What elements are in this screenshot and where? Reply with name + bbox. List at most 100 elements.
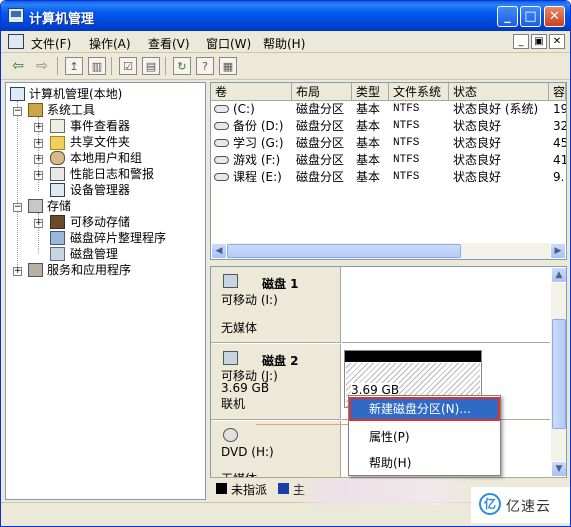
tree-item-label: 存储: [47, 199, 72, 213]
cell-status: 状态良好: [453, 136, 502, 150]
menu-item-new-partition[interactable]: 新建磁盘分区(N)...: [349, 398, 500, 420]
expand-perf-logs[interactable]: +: [34, 171, 43, 180]
cell-capacity: 41: [553, 153, 566, 167]
expand-shared-folders[interactable]: +: [34, 139, 43, 148]
vertical-scroll-thumb[interactable]: [552, 319, 566, 429]
export-list-icon[interactable]: ▤: [142, 57, 160, 75]
event-viewer-icon: [50, 119, 65, 133]
cell-capacity: 9.: [553, 170, 565, 184]
column-header-status[interactable]: 状态: [449, 83, 549, 101]
mdi-minimize-button[interactable]: _: [513, 34, 529, 49]
help-topics-icon[interactable]: ▦: [219, 57, 237, 75]
expand-local-users[interactable]: +: [34, 155, 43, 164]
partition-bar: [345, 351, 481, 362]
removable-disk-icon: [223, 274, 238, 288]
table-row[interactable]: 课程 (E:) 磁盘分区 基本 NTFS 状态良好 9.: [211, 169, 566, 186]
system-menu-icon[interactable]: [8, 34, 24, 49]
toolbar-separator: [111, 57, 112, 75]
cell-type: 基本: [356, 119, 381, 133]
column-header-volume[interactable]: 卷: [211, 83, 292, 101]
performance-icon: [50, 167, 65, 181]
expand-services[interactable]: +: [13, 267, 22, 276]
tree-root-label: 计算机管理(本地): [29, 87, 123, 101]
window-title: 计算机管理: [29, 12, 95, 27]
cell-type: 基本: [356, 153, 381, 167]
expand-event-viewer[interactable]: +: [34, 123, 43, 132]
show-tree-icon[interactable]: ▥: [88, 57, 106, 75]
tree-item-label: 系统工具: [47, 103, 96, 117]
cell-filesystem: NTFS: [393, 103, 420, 115]
cell-layout: 磁盘分区: [296, 170, 345, 184]
cell-volume: 课程 (E:): [233, 170, 282, 184]
mdi-restore-button[interactable]: ▣: [531, 34, 547, 49]
scroll-left-button[interactable]: ◀: [211, 243, 227, 259]
refresh-icon[interactable]: ↻: [173, 57, 191, 75]
disk-management-icon: [50, 247, 65, 261]
legend-swatch-primary: [278, 483, 289, 494]
toolbar: ⇦ ⇨ ↥ ▥ ☑ ▤ ↻ ? ▦: [1, 53, 570, 80]
tree-item-label: 服务和应用程序: [47, 263, 132, 277]
disk-1-header[interactable]: 磁盘 1 可移动 (I:) 无媒体: [211, 267, 341, 343]
column-header-filesystem[interactable]: 文件系统: [389, 83, 449, 101]
cell-status: 状态良好 (系统): [453, 102, 539, 116]
menu-item-help[interactable]: 帮助(H): [349, 452, 500, 474]
collapse-system-tools[interactable]: −: [13, 107, 22, 116]
menu-item-properties[interactable]: 属性(P): [349, 426, 500, 448]
tree-item-label: 共享文件夹: [70, 135, 131, 149]
menu-view[interactable]: 查看(V): [148, 35, 190, 52]
tree-item-label: 磁盘管理: [70, 247, 119, 261]
menu-window[interactable]: 窗口(W): [206, 35, 251, 52]
maximize-button[interactable]: □: [520, 6, 541, 27]
scroll-right-button[interactable]: ▶: [550, 243, 566, 259]
expand-removable-storage[interactable]: +: [34, 219, 43, 228]
blurred-region: [298, 479, 473, 505]
vertical-scrollbar[interactable]: ▲ ▼: [551, 267, 566, 499]
disk-2-header[interactable]: 磁盘 2 可移动 (J:) 3.69 GB 联机: [211, 344, 341, 420]
drive-icon: [214, 122, 229, 130]
cell-capacity: 19: [553, 102, 566, 116]
collapse-storage[interactable]: −: [13, 203, 22, 212]
title-bar[interactable]: 计算机管理 _ □ ✕: [1, 1, 570, 31]
menu-action[interactable]: 操作(A): [89, 35, 131, 52]
services-icon: [28, 263, 43, 277]
legend-unallocated: 未指派: [231, 483, 268, 497]
tree-item-label: 可移动存储: [70, 215, 131, 229]
shared-folder-icon: [50, 136, 65, 150]
volume-list: 卷 布局 类型 文件系统 状态 容 (C:) 磁盘分区 基本 NTFS 状态良好…: [210, 82, 567, 260]
menu-file[interactable]: 文件(F): [31, 35, 71, 52]
help-icon[interactable]: ?: [196, 57, 214, 75]
column-header-layout[interactable]: 布局: [292, 83, 352, 101]
table-row[interactable]: (C:) 磁盘分区 基本 NTFS 状态良好 (系统) 19: [211, 101, 566, 118]
tree-item-label: 事件查看器: [70, 119, 131, 133]
menu-help[interactable]: 帮助(H): [263, 35, 305, 52]
mdi-close-button[interactable]: ✕: [549, 34, 565, 49]
cell-capacity: 45: [553, 136, 566, 150]
cell-status: 状态良好: [453, 170, 502, 184]
forward-arrow-icon[interactable]: ⇨: [33, 57, 51, 75]
column-header-type[interactable]: 类型: [352, 83, 389, 101]
minimize-button[interactable]: _: [497, 6, 518, 27]
table-row[interactable]: 学习 (G:) 磁盘分区 基本 NTFS 状态良好 45: [211, 135, 566, 152]
cell-capacity: 32: [553, 119, 566, 133]
tree-item-label: 磁盘碎片整理程序: [70, 231, 167, 245]
disk-state: 联机: [221, 397, 246, 411]
tree-item-label: 设备管理器: [70, 183, 131, 197]
horizontal-scrollbar[interactable]: ◀ ▶: [211, 243, 566, 259]
tree-item-label: 性能日志和警报: [70, 167, 155, 181]
up-folder-icon[interactable]: ↥: [65, 57, 83, 75]
cell-volume: 游戏 (F:): [233, 153, 281, 167]
scroll-down-button[interactable]: ▼: [551, 461, 566, 477]
drive-icon: [214, 105, 229, 113]
device-manager-icon: [50, 183, 65, 197]
properties-icon[interactable]: ☑: [119, 57, 137, 75]
column-header-capacity[interactable]: 容: [549, 83, 566, 101]
scroll-up-button[interactable]: ▲: [551, 267, 566, 283]
table-row[interactable]: 备份 (D:) 磁盘分区 基本 NTFS 状态良好 32: [211, 118, 566, 135]
close-button[interactable]: ✕: [544, 6, 565, 27]
table-row[interactable]: 游戏 (F:) 磁盘分区 基本 NTFS 状态良好 41: [211, 152, 566, 169]
horizontal-scroll-thumb[interactable]: [227, 244, 461, 258]
disk-state: 无媒体: [221, 321, 258, 335]
back-arrow-icon[interactable]: ⇦: [9, 57, 27, 75]
dvd-icon: [223, 428, 238, 442]
callout-line: [256, 424, 349, 425]
